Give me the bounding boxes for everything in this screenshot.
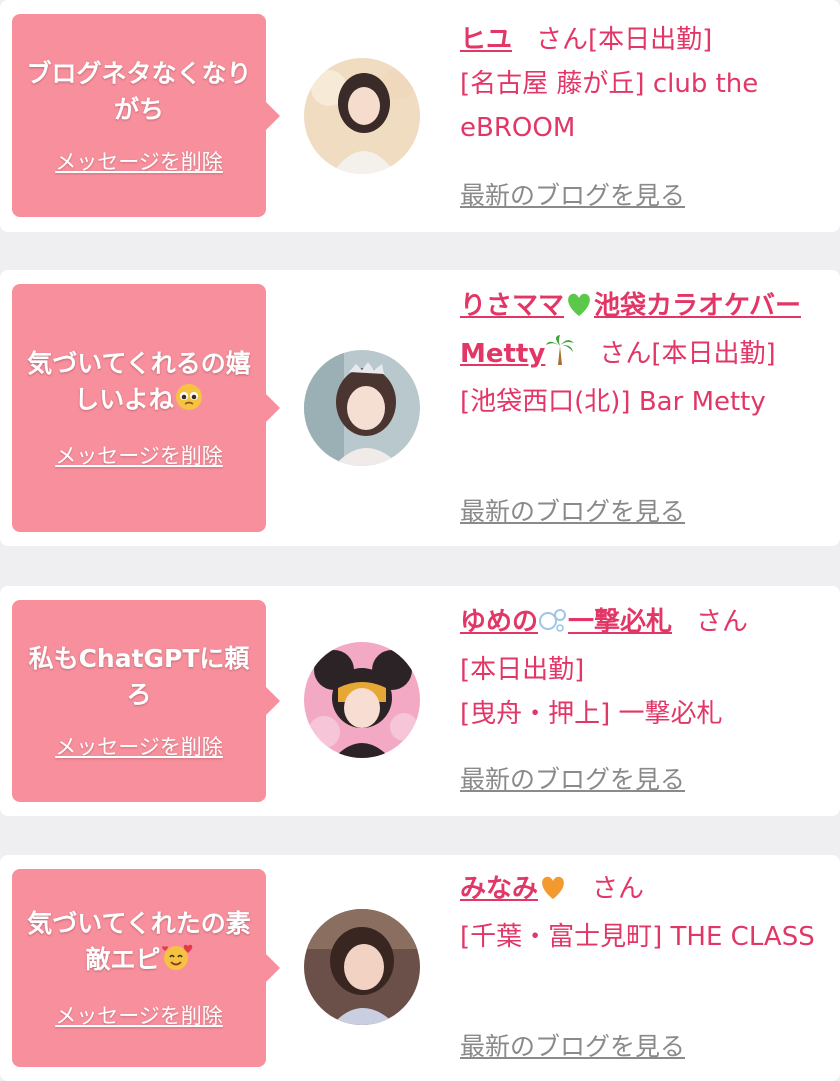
cast-name-part: ゆめの xyxy=(460,607,539,637)
latest-blog-link[interactable]: 最新のブログを見る xyxy=(460,760,685,796)
avatar[interactable] xyxy=(304,58,420,174)
latest-blog-link[interactable]: 最新のブログを見る xyxy=(460,492,685,528)
message-card: 私もChatGPTに頼ろ メッセージを削除 ゆめの 一撃必札 さん [本日出勤] [… xyxy=(0,586,840,816)
green-heart-icon xyxy=(564,288,594,332)
message-card: 気づいてくれたの素敵エピ メッセージを削除 みなみ さん [千葉・富士見町] TH… xyxy=(0,855,840,1081)
shop-location: [千葉・富士見町] THE CLASS xyxy=(460,922,815,952)
shop-location: [池袋西口(北)] Bar Metty xyxy=(460,387,766,417)
pleading-face-emoji-icon xyxy=(174,382,204,422)
delete-message-link[interactable]: メッセージを削除 xyxy=(55,1000,223,1030)
honorific: さん xyxy=(592,874,645,904)
honorific: さん xyxy=(696,607,749,637)
cast-name-link[interactable]: ヒユ xyxy=(460,25,512,55)
message-bubble: ブログネタなくなりがち メッセージを削除 xyxy=(12,14,280,217)
cast-info: ヒユ さん[本日出勤] [名古屋 藤が丘] club the eBROOM xyxy=(460,18,828,150)
avatar[interactable] xyxy=(304,642,420,758)
avatar[interactable] xyxy=(304,350,420,466)
cast-name-part: りさママ xyxy=(460,291,565,321)
cast-name-link[interactable]: みなみ xyxy=(460,874,568,904)
message-text: 私もChatGPTに頼ろ xyxy=(28,644,250,709)
shop-location: [名古屋 藤が丘] club the eBROOM xyxy=(460,69,759,143)
cast-info: りさママ 池袋カラオケバーMetty さん[本日出勤] [池袋西口(北)] Bar … xyxy=(460,284,828,424)
cast-info: みなみ さん [千葉・富士見町] THE CLASS xyxy=(460,867,828,959)
latest-blog-link[interactable]: 最新のブログを見る xyxy=(460,1027,685,1063)
delete-message-link[interactable]: メッセージを削除 xyxy=(55,731,223,761)
delete-message-link[interactable]: メッセージを削除 xyxy=(55,146,223,176)
cast-name-part: みなみ xyxy=(460,874,539,904)
message-body: 気づいてくれるの嬉しいよね xyxy=(27,349,251,414)
message-bubble: 気づいてくれたの素敵エピ メッセージを削除 xyxy=(12,869,280,1067)
cast-name-link[interactable]: ゆめの 一撃必札 xyxy=(460,607,672,637)
message-bubble: 私もChatGPTに頼ろ メッセージを削除 xyxy=(12,600,280,802)
message-text: 気づいてくれたの素敵エピ xyxy=(12,906,266,982)
message-body: 気づいてくれたの素敵エピ xyxy=(27,909,251,974)
status-label: [本日出勤] xyxy=(460,655,585,685)
shop-location: [曳舟・押上] 一撃必札 xyxy=(460,699,723,729)
message-text: 気づいてくれるの嬉しいよね xyxy=(12,346,266,422)
honorific: さん xyxy=(599,339,652,369)
message-card: ブログネタなくなりがち メッセージを削除 ヒユ さん[本日出勤] [名古屋 藤が丘… xyxy=(0,0,840,232)
message-bubble: 気づいてくれるの嬉しいよね メッセージを削除 xyxy=(12,284,280,532)
delete-message-link[interactable]: メッセージを削除 xyxy=(55,440,223,470)
message-text: ブログネタなくなりがち xyxy=(26,58,252,124)
message-card: 気づいてくれるの嬉しいよね メッセージを削除 りさママ 池袋カラオケバーMetty… xyxy=(0,270,840,546)
smiling-face-with-hearts-emoji-icon xyxy=(161,942,193,982)
cast-name-part: 一撃必札 xyxy=(568,607,673,637)
status-label: [本日出勤] xyxy=(588,25,713,55)
palm-tree-icon xyxy=(545,334,575,380)
avatar[interactable] xyxy=(304,909,420,1025)
cast-info: ゆめの 一撃必札 さん [本日出勤] [曳舟・押上] 一撃必札 xyxy=(460,600,828,736)
honorific: さん xyxy=(536,25,589,55)
orange-heart-icon xyxy=(538,871,568,915)
status-label: [本日出勤] xyxy=(651,339,776,369)
latest-blog-link[interactable]: 最新のブログを見る xyxy=(460,176,685,212)
bubbles-icon xyxy=(538,604,568,648)
